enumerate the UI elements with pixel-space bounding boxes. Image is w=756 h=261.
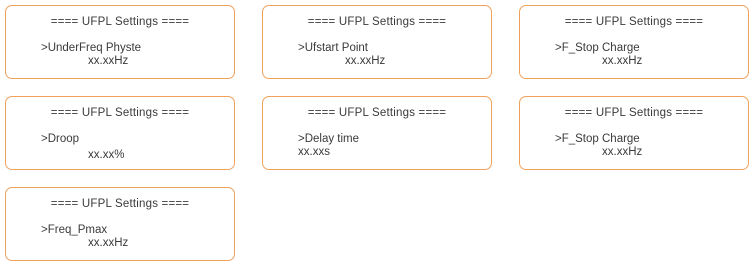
screen-title: ==== UFPL Settings ====: [564, 16, 704, 28]
param-value: xx.xxHz: [602, 146, 643, 158]
param-label: >Delay time: [298, 133, 360, 145]
param-value: xx.xx%: [88, 149, 125, 161]
lcd-screen-droop: ==== UFPL Settings ==== >Droop xx.xx%: [5, 96, 235, 170]
lcd-screen-underfreq-physte: ==== UFPL Settings ==== >UnderFreq Physt…: [5, 5, 235, 79]
lcd-screen-freq-pmax: ==== UFPL Settings ==== >Freq_Pmax xx.xx…: [5, 187, 235, 261]
lcd-screen-ufstart-point: ==== UFPL Settings ==== >Ufstart Point x…: [262, 5, 492, 79]
param-value: xx.xxHz: [88, 237, 129, 249]
param-label: >Ufstart Point: [298, 42, 368, 54]
param-label: >F_Stop Charge: [555, 42, 640, 54]
param-label: >Freq_Pmax: [41, 224, 108, 236]
lcd-screen-f-stop-charge: ==== UFPL Settings ==== >F_Stop Charge x…: [519, 5, 749, 79]
param-value: xx.xxs: [298, 146, 330, 158]
param-label: >UnderFreq Physte: [41, 42, 142, 54]
lcd-screen-delay-time: ==== UFPL Settings ==== >Delay time xx.x…: [262, 96, 492, 170]
param-label: >Droop: [41, 133, 80, 145]
screen-title: ==== UFPL Settings ====: [50, 107, 190, 119]
screen-title: ==== UFPL Settings ====: [307, 16, 447, 28]
param-label: >F_Stop Charge: [555, 133, 640, 145]
lcd-screen-f-stop-charge-2: ==== UFPL Settings ==== >F_Stop Charge x…: [519, 96, 749, 170]
param-value: xx.xxHz: [345, 55, 386, 67]
param-value: xx.xxHz: [602, 55, 643, 67]
screen-title: ==== UFPL Settings ====: [564, 107, 704, 119]
screen-title: ==== UFPL Settings ====: [307, 107, 447, 119]
screen-title: ==== UFPL Settings ====: [50, 198, 190, 210]
screen-title: ==== UFPL Settings ====: [50, 16, 190, 28]
param-value: xx.xxHz: [88, 55, 129, 67]
